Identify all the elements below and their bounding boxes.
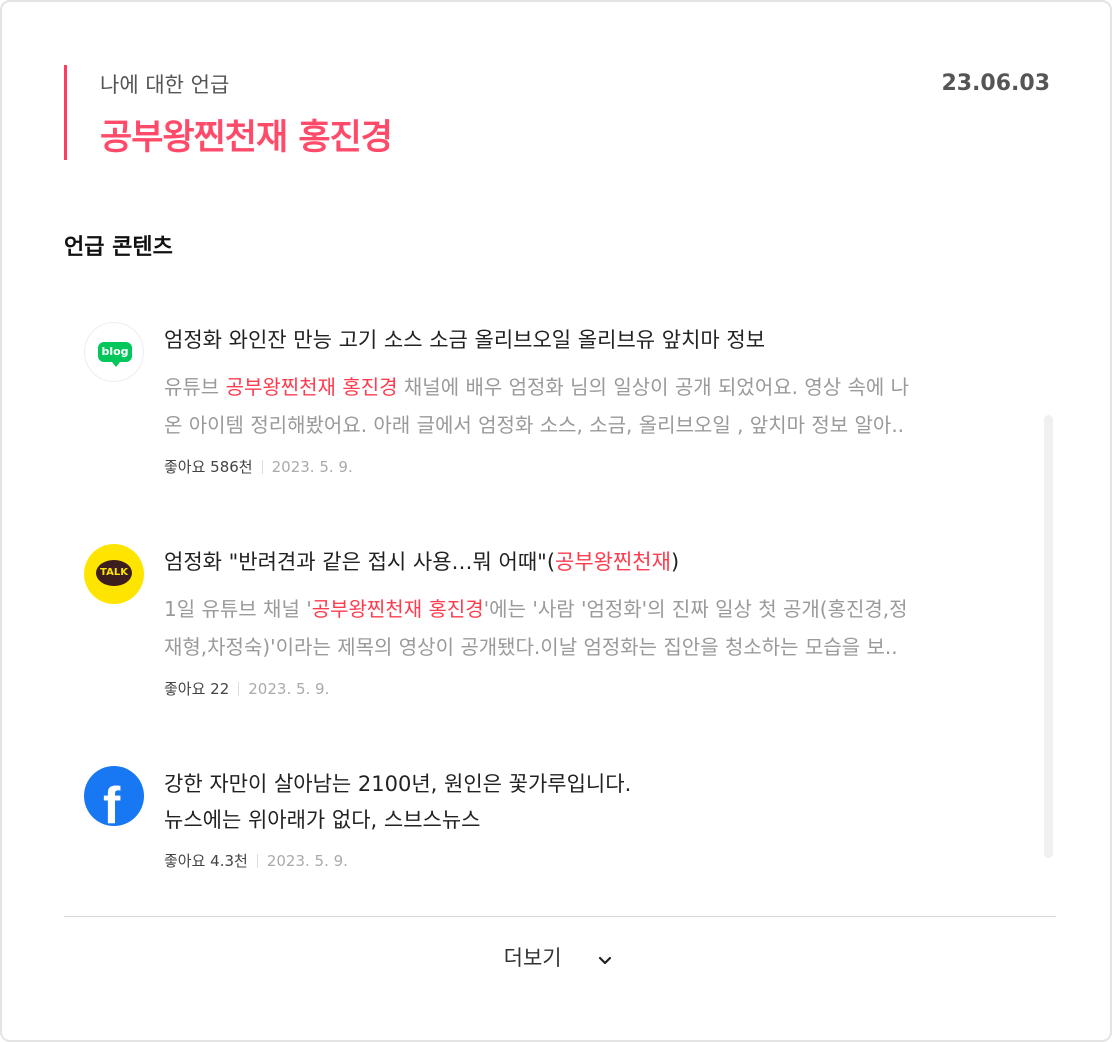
more-label: 더보기 xyxy=(503,946,562,970)
header-title: 공부왕찐천재 홍진경 xyxy=(100,118,393,158)
like-count: 좋아요 4.3천 xyxy=(164,852,248,870)
item-meta: 좋아요 4.3천 2023. 5. 9. xyxy=(164,850,1024,871)
list-item[interactable]: blog 엄정화 와인잔 만능 고기 소스 소금 올리브오일 올리브유 앞치마 … xyxy=(64,302,1024,502)
item-subtitle[interactable]: 뉴스에는 위아래가 없다, 스브스뉴스 xyxy=(164,802,1024,838)
highlight-keyword: 공부왕찐천재 xyxy=(555,550,671,574)
mention-list: blog 엄정화 와인잔 만능 고기 소스 소금 올리브오일 올리브유 앞치마 … xyxy=(64,302,1054,902)
mention-header: 나에 대한 언급 공부왕찐천재 홍진경 23.06.03 xyxy=(64,65,1054,160)
item-description: 유튜브 공부왕찐천재 홍진경 채널에 배우 엄정화 님의 일상이 공개 되었어요… xyxy=(164,375,910,437)
list-item[interactable]: f 강한 자만이 살아남는 2100년, 원인은 꽃가루입니다. 뉴스에는 위아… xyxy=(64,746,1024,886)
highlight-keyword: 공부왕찐천재 홍진경 xyxy=(225,375,398,399)
meta-divider xyxy=(238,682,240,696)
more-button[interactable]: 더보기 xyxy=(2,942,1112,972)
kakaotalk-icon: TALK xyxy=(84,544,144,604)
meta-divider xyxy=(261,460,263,474)
blog-icon: blog xyxy=(84,322,144,382)
meta-divider xyxy=(256,854,258,868)
item-meta: 좋아요 22 2023. 5. 9. xyxy=(164,678,1024,699)
list-item[interactable]: TALK 엄정화 "반려견과 같은 접시 사용…뭐 어때"(공부왕찐천재) 1일… xyxy=(64,524,1024,724)
item-content: 엄정화 와인잔 만능 고기 소스 소금 올리브오일 올리브유 앞치마 정보 유튜… xyxy=(164,322,1024,477)
header-date: 23.06.03 xyxy=(941,71,1050,96)
highlight-keyword: 공부왕찐천재 홍진경 xyxy=(311,597,484,621)
header-subtitle: 나에 대한 언급 xyxy=(100,73,230,97)
item-title[interactable]: 엄정화 "반려견과 같은 접시 사용…뭐 어때"(공부왕찐천재) xyxy=(164,544,1024,580)
mention-card: 나에 대한 언급 공부왕찐천재 홍진경 23.06.03 언급 콘텐츠 blog… xyxy=(0,0,1112,1042)
item-meta: 좋아요 586천 2023. 5. 9. xyxy=(164,456,1024,477)
chevron-down-icon xyxy=(598,947,612,971)
item-title[interactable]: 강한 자만이 살아남는 2100년, 원인은 꽃가루입니다. xyxy=(164,766,1024,802)
item-date: 2023. 5. 9. xyxy=(266,852,348,870)
section-title: 언급 콘텐츠 xyxy=(64,235,173,260)
item-content: 강한 자만이 살아남는 2100년, 원인은 꽃가루입니다. 뉴스에는 위아래가… xyxy=(164,766,1024,871)
divider xyxy=(64,916,1056,917)
facebook-icon: f xyxy=(84,766,144,826)
item-date: 2023. 5. 9. xyxy=(271,458,353,476)
item-title[interactable]: 엄정화 와인잔 만능 고기 소스 소금 올리브오일 올리브유 앞치마 정보 xyxy=(164,322,1024,358)
item-date: 2023. 5. 9. xyxy=(248,680,330,698)
item-content: 엄정화 "반려견과 같은 접시 사용…뭐 어때"(공부왕찐천재) 1일 유튜브 … xyxy=(164,544,1024,699)
item-description: 1일 유튜브 채널 '공부왕찐천재 홍진경'에는 '사람 '엄정화'의 진짜 일… xyxy=(164,597,908,659)
like-count: 좋아요 586천 xyxy=(164,458,253,476)
like-count: 좋아요 22 xyxy=(164,680,230,698)
